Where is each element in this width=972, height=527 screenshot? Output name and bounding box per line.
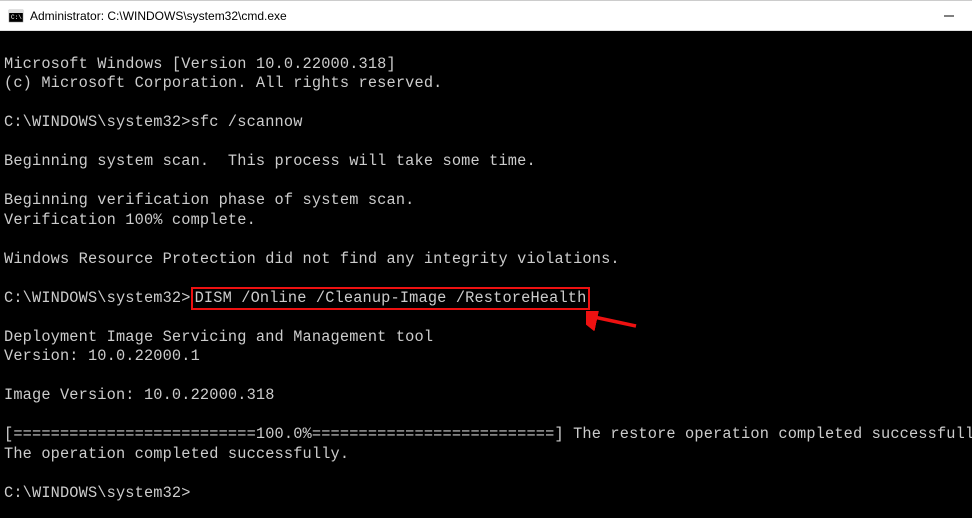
progress-line: [==========================100.0%=======… [4, 425, 972, 443]
version-line: Microsoft Windows [Version 10.0.22000.31… [4, 55, 396, 73]
output-line: Deployment Image Servicing and Managemen… [4, 328, 433, 346]
output-line: Version: 10.0.22000.1 [4, 347, 200, 365]
titlebar[interactable]: C:\ Administrator: C:\WINDOWS\system32\c… [0, 1, 972, 31]
prompt-path: C:\WINDOWS\system32> [4, 113, 191, 131]
output-line: Beginning verification phase of system s… [4, 191, 415, 209]
minimize-button[interactable] [926, 1, 972, 31]
prompt-path: C:\WINDOWS\system32> [4, 289, 191, 307]
output-line: Beginning system scan. This process will… [4, 152, 536, 170]
output-line: Verification 100% complete. [4, 211, 256, 229]
output-line: The operation completed successfully. [4, 445, 349, 463]
window-controls [926, 1, 972, 31]
svg-text:C:\: C:\ [11, 14, 22, 21]
terminal-output[interactable]: Microsoft Windows [Version 10.0.22000.31… [0, 31, 972, 527]
cmd-icon: C:\ [8, 8, 24, 24]
prompt-line: C:\WINDOWS\system32>sfc /scannow [4, 113, 303, 131]
copyright-line: (c) Microsoft Corporation. All rights re… [4, 74, 443, 92]
prompt-line: C:\WINDOWS\system32>DISM /Online /Cleanu… [4, 289, 590, 307]
output-line: Windows Resource Protection did not find… [4, 250, 620, 268]
output-line: Image Version: 10.0.22000.318 [4, 386, 275, 404]
window-title: Administrator: C:\WINDOWS\system32\cmd.e… [30, 9, 287, 23]
cmd-window: C:\ Administrator: C:\WINDOWS\system32\c… [0, 0, 972, 518]
prompt-command: sfc /scannow [191, 113, 303, 131]
highlighted-command: DISM /Online /Cleanup-Image /RestoreHeal… [191, 287, 591, 311]
prompt-line: C:\WINDOWS\system32> [4, 484, 191, 502]
